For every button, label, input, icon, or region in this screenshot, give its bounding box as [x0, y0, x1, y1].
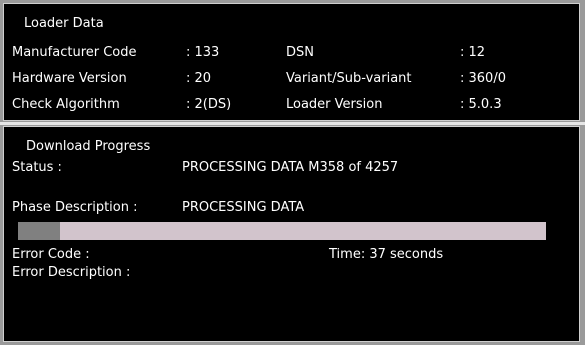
manufacturer-code-value: : 133 [186, 45, 220, 60]
status-value: PROCESSING DATA M358 of 4257 [182, 160, 399, 175]
loader-data-panel: Loader Data Manufacturer Code : 133 DSN … [3, 3, 580, 121]
hardware-version-label: Hardware Version [12, 71, 127, 86]
check-algorithm-label: Check Algorithm [12, 97, 120, 112]
phase-description-value: PROCESSING DATA [182, 200, 305, 215]
error-code-label: Error Code : [12, 247, 90, 262]
progress-bar [18, 222, 546, 240]
hardware-version-value: : 20 [186, 71, 212, 86]
download-progress-panel: Download Progress Status : PROCESSING DA… [3, 126, 580, 342]
check-algorithm-value: : 2(DS) [186, 97, 232, 112]
loader-version-label: Loader Version [286, 97, 383, 112]
dsn-value: : 12 [460, 45, 486, 60]
phase-description-label: Phase Description : [12, 200, 138, 215]
progress-bar-fill [18, 222, 60, 240]
variant-label: Variant/Sub-variant [286, 71, 412, 86]
variant-value: : 360/0 [460, 71, 506, 86]
download-progress-title: Download Progress [26, 139, 151, 154]
loader-version-value: : 5.0.3 [460, 97, 502, 112]
elapsed-time: Time: 37 seconds [329, 247, 444, 262]
error-description-label: Error Description : [12, 265, 131, 280]
section-divider [0, 122, 585, 125]
manufacturer-code-label: Manufacturer Code [12, 45, 137, 60]
loader-data-title: Loader Data [24, 16, 104, 31]
status-label: Status : [12, 160, 62, 175]
dsn-label: DSN [286, 45, 314, 60]
